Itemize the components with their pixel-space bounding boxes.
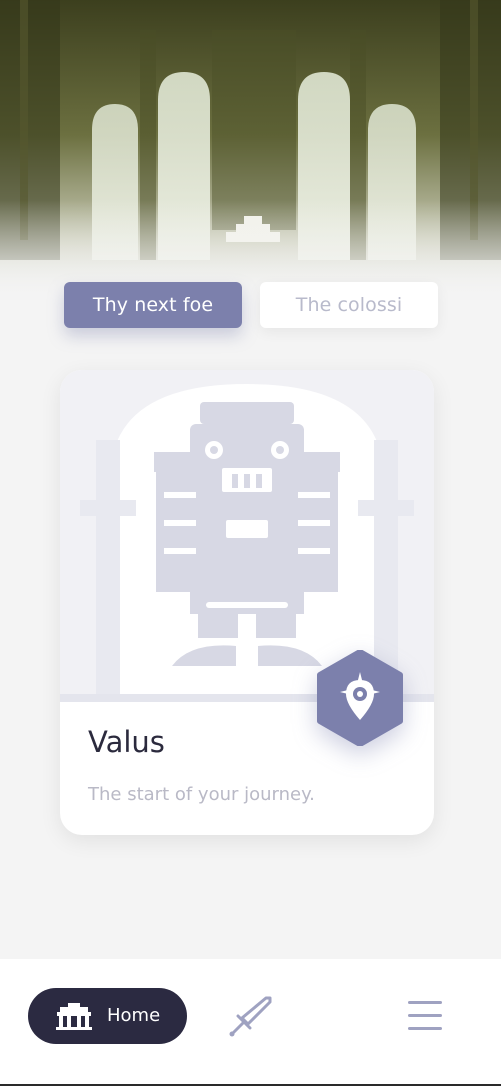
- bottom-navigation: Home: [0, 959, 501, 1086]
- colossus-name: Valus: [88, 725, 165, 759]
- temple-ruins-image: [0, 0, 501, 300]
- temple-icon: [56, 1003, 92, 1030]
- home-nav-button[interactable]: Home: [28, 988, 187, 1044]
- location-compass-icon[interactable]: [312, 650, 408, 746]
- tab-the-colossi[interactable]: The colossi: [260, 282, 438, 328]
- colossus-card[interactable]: Valus The start of your journey.: [60, 370, 434, 835]
- hero-banner: [0, 0, 501, 300]
- sword-icon[interactable]: [228, 996, 272, 1038]
- tab-thy-next-foe[interactable]: Thy next foe: [64, 282, 242, 328]
- home-nav-label: Home: [107, 1005, 161, 1026]
- colossus-description: The start of your journey.: [88, 784, 315, 805]
- hamburger-menu-icon[interactable]: [408, 999, 444, 1031]
